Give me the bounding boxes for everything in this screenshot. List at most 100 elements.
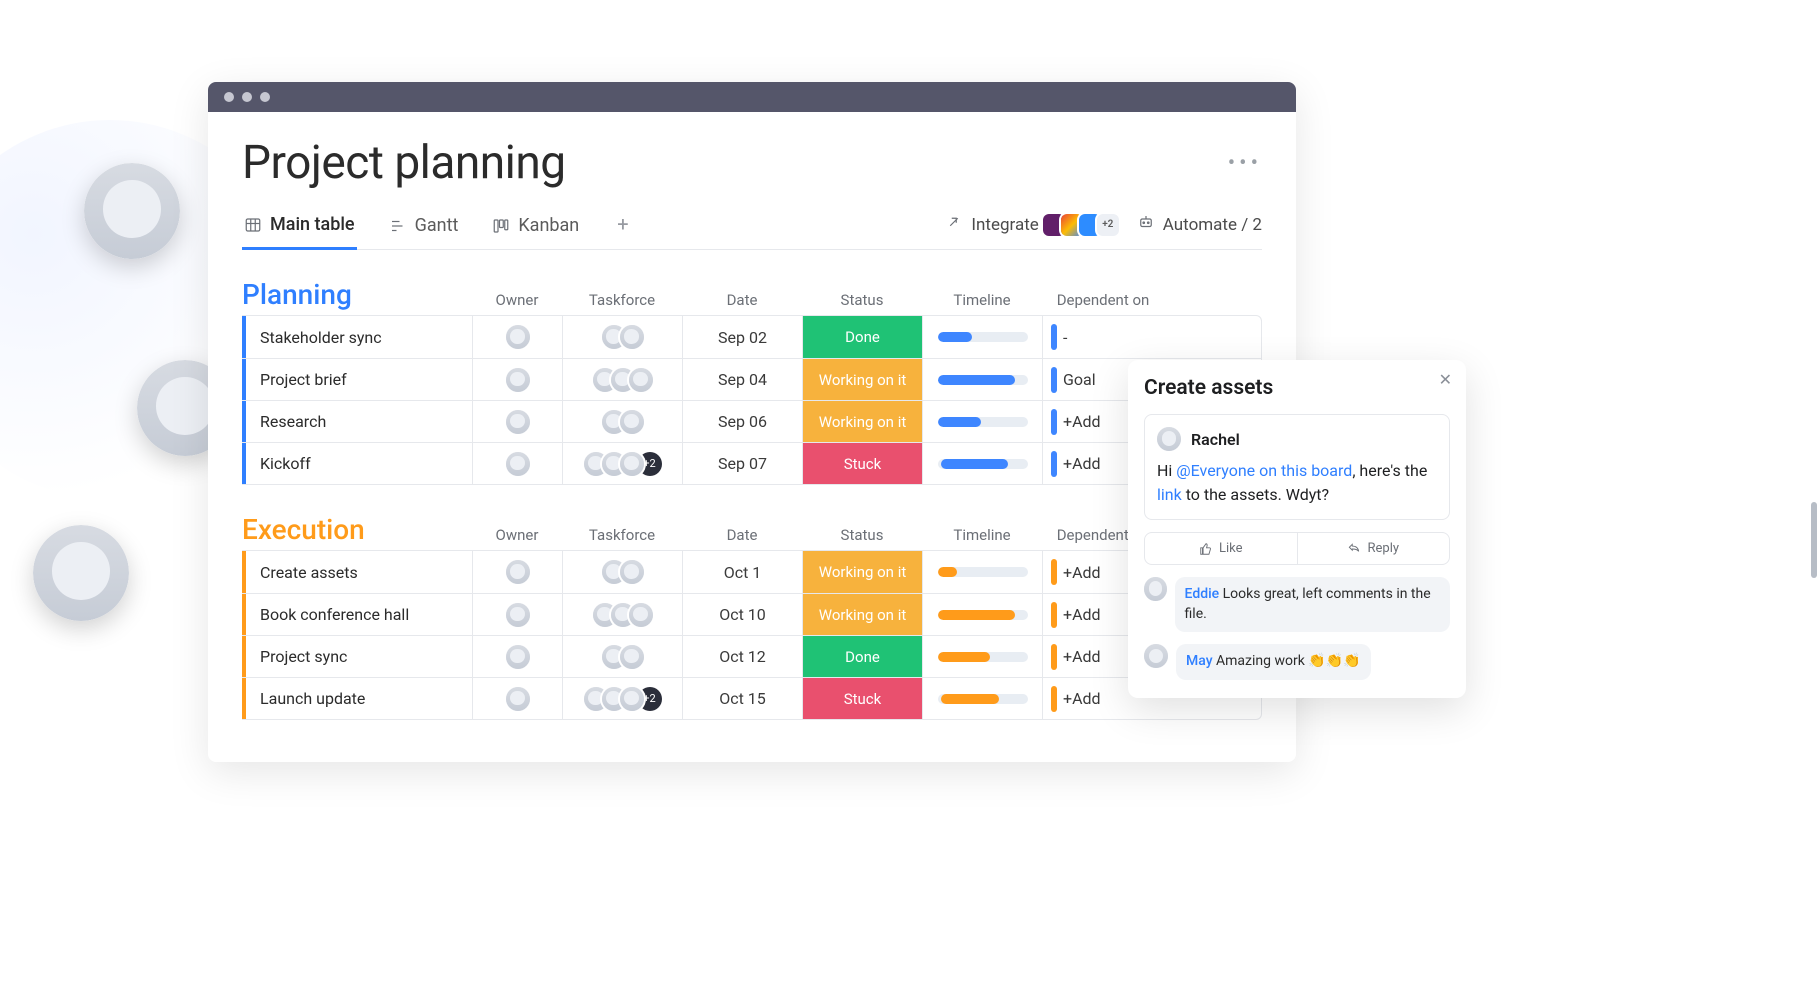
taskforce-cell[interactable] <box>562 401 682 442</box>
status-cell[interactable]: Stuck <box>802 443 922 484</box>
owner-cell[interactable] <box>472 443 562 484</box>
task-name[interactable]: Kickoff <box>242 443 472 484</box>
taskforce-cell[interactable] <box>562 316 682 358</box>
view-tab-kanban[interactable]: Kanban <box>490 209 581 248</box>
owner-cell[interactable] <box>472 401 562 442</box>
reply-author: May <box>1186 653 1213 669</box>
status-cell[interactable]: Working on it <box>802 551 922 593</box>
like-button[interactable]: Like <box>1145 533 1298 564</box>
task-name[interactable]: Book conference hall <box>242 594 472 635</box>
date-cell[interactable]: Oct 10 <box>682 594 802 635</box>
date-cell[interactable]: Sep 04 <box>682 359 802 400</box>
window-dot-icon <box>242 92 252 102</box>
avatar[interactable] <box>620 687 644 711</box>
avatar[interactable] <box>629 603 653 627</box>
reply-button[interactable]: Reply <box>1298 533 1450 564</box>
task-row[interactable]: Research Sep 06 Working on it +Add <box>242 400 1261 442</box>
task-name[interactable]: Create assets <box>242 551 472 593</box>
date-cell[interactable]: Oct 1 <box>682 551 802 593</box>
integration-overflow[interactable]: +2 <box>1097 214 1119 236</box>
group-title[interactable]: Planning <box>242 278 472 315</box>
avatar[interactable] <box>506 645 530 669</box>
taskforce-cell[interactable] <box>562 594 682 635</box>
owner-cell[interactable] <box>472 551 562 593</box>
status-cell[interactable]: Working on it <box>802 359 922 400</box>
date-cell[interactable]: Sep 02 <box>682 316 802 358</box>
avatar[interactable] <box>506 410 530 434</box>
task-name[interactable]: Research <box>242 401 472 442</box>
avatar[interactable] <box>620 560 644 584</box>
task-name[interactable]: Project sync <box>242 636 472 677</box>
taskforce-cell[interactable] <box>562 636 682 677</box>
status-cell[interactable]: Working on it <box>802 594 922 635</box>
board-menu-button[interactable]: ••• <box>1228 151 1262 176</box>
timeline-cell[interactable] <box>922 316 1042 358</box>
task-row[interactable]: Project brief Sep 04 Working on it Goal <box>242 358 1261 400</box>
avatar[interactable] <box>620 325 644 349</box>
owner-cell[interactable] <box>472 359 562 400</box>
taskforce-cell[interactable]: +2 <box>562 443 682 484</box>
task-row[interactable]: Project sync Oct 12 Done +Add <box>242 635 1261 677</box>
view-tab-main[interactable]: Main table <box>242 208 357 250</box>
avatar[interactable] <box>620 452 644 476</box>
integrate-label: Integrate <box>971 215 1038 235</box>
avatar[interactable] <box>620 645 644 669</box>
mention[interactable]: @Everyone on this board <box>1176 461 1352 480</box>
date-cell[interactable]: Oct 15 <box>682 678 802 719</box>
avatar[interactable] <box>506 452 530 476</box>
avatar[interactable] <box>506 603 530 627</box>
task-row[interactable]: Launch update +2 Oct 15 Stuck +Add <box>242 677 1261 719</box>
date-cell[interactable]: Sep 06 <box>682 401 802 442</box>
timeline-cell[interactable] <box>922 401 1042 442</box>
col-timeline: Timeline <box>922 526 1042 550</box>
add-view-button[interactable]: + <box>611 212 634 246</box>
date-cell[interactable]: Sep 07 <box>682 443 802 484</box>
taskforce-cell[interactable] <box>562 359 682 400</box>
task-name[interactable]: Project brief <box>242 359 472 400</box>
timeline-cell[interactable] <box>922 636 1042 677</box>
automate-button[interactable]: Automate / 2 <box>1137 213 1262 236</box>
owner-cell[interactable] <box>472 316 562 358</box>
col-status: Status <box>802 526 922 550</box>
timeline-cell[interactable] <box>922 678 1042 719</box>
status-cell[interactable]: Stuck <box>802 678 922 719</box>
view-tab-gantt[interactable]: Gantt <box>387 209 461 248</box>
owner-cell[interactable] <box>472 594 562 635</box>
task-name[interactable]: Launch update <box>242 678 472 719</box>
date-cell[interactable]: Oct 12 <box>682 636 802 677</box>
task-row[interactable]: Book conference hall Oct 10 Working on i… <box>242 593 1261 635</box>
owner-cell[interactable] <box>472 636 562 677</box>
scrollbar-thumb[interactable] <box>1811 502 1817 578</box>
timeline-cell[interactable] <box>922 551 1042 593</box>
owner-cell[interactable] <box>472 678 562 719</box>
timeline-cell[interactable] <box>922 359 1042 400</box>
status-cell[interactable]: Done <box>802 636 922 677</box>
timeline-cell[interactable] <box>922 594 1042 635</box>
task-row[interactable]: Stakeholder sync Sep 02 Done - <box>242 316 1261 358</box>
avatar[interactable] <box>629 368 653 392</box>
close-icon[interactable]: ✕ <box>1439 370 1452 389</box>
avatar[interactable] <box>506 368 530 392</box>
status-cell[interactable]: Working on it <box>802 401 922 442</box>
asset-link[interactable]: link <box>1157 485 1182 504</box>
reply-text: Amazing work 👏👏👏 <box>1213 653 1361 669</box>
avatar[interactable] <box>620 410 644 434</box>
avatar[interactable] <box>506 687 530 711</box>
window-titlebar <box>208 82 1296 112</box>
timeline-cell[interactable] <box>922 443 1042 484</box>
task-row[interactable]: Create assets Oct 1 Working on it +Add <box>242 551 1261 593</box>
post-author: Rachel <box>1191 430 1240 449</box>
group-title[interactable]: Execution <box>242 513 472 550</box>
board-title[interactable]: Project planning <box>242 136 566 190</box>
integrate-button[interactable]: Integrate +2 <box>945 213 1118 236</box>
status-cell[interactable]: Done <box>802 316 922 358</box>
avatar[interactable] <box>506 325 530 349</box>
post-actions: Like Reply <box>1144 532 1450 565</box>
dependent-cell[interactable]: - <box>1042 316 1164 358</box>
taskforce-cell[interactable]: +2 <box>562 678 682 719</box>
task-row[interactable]: Kickoff +2 Sep 07 Stuck +Add <box>242 442 1261 484</box>
avatar[interactable] <box>506 560 530 584</box>
col-owner: Owner <box>472 526 562 550</box>
taskforce-cell[interactable] <box>562 551 682 593</box>
task-name[interactable]: Stakeholder sync <box>242 316 472 358</box>
